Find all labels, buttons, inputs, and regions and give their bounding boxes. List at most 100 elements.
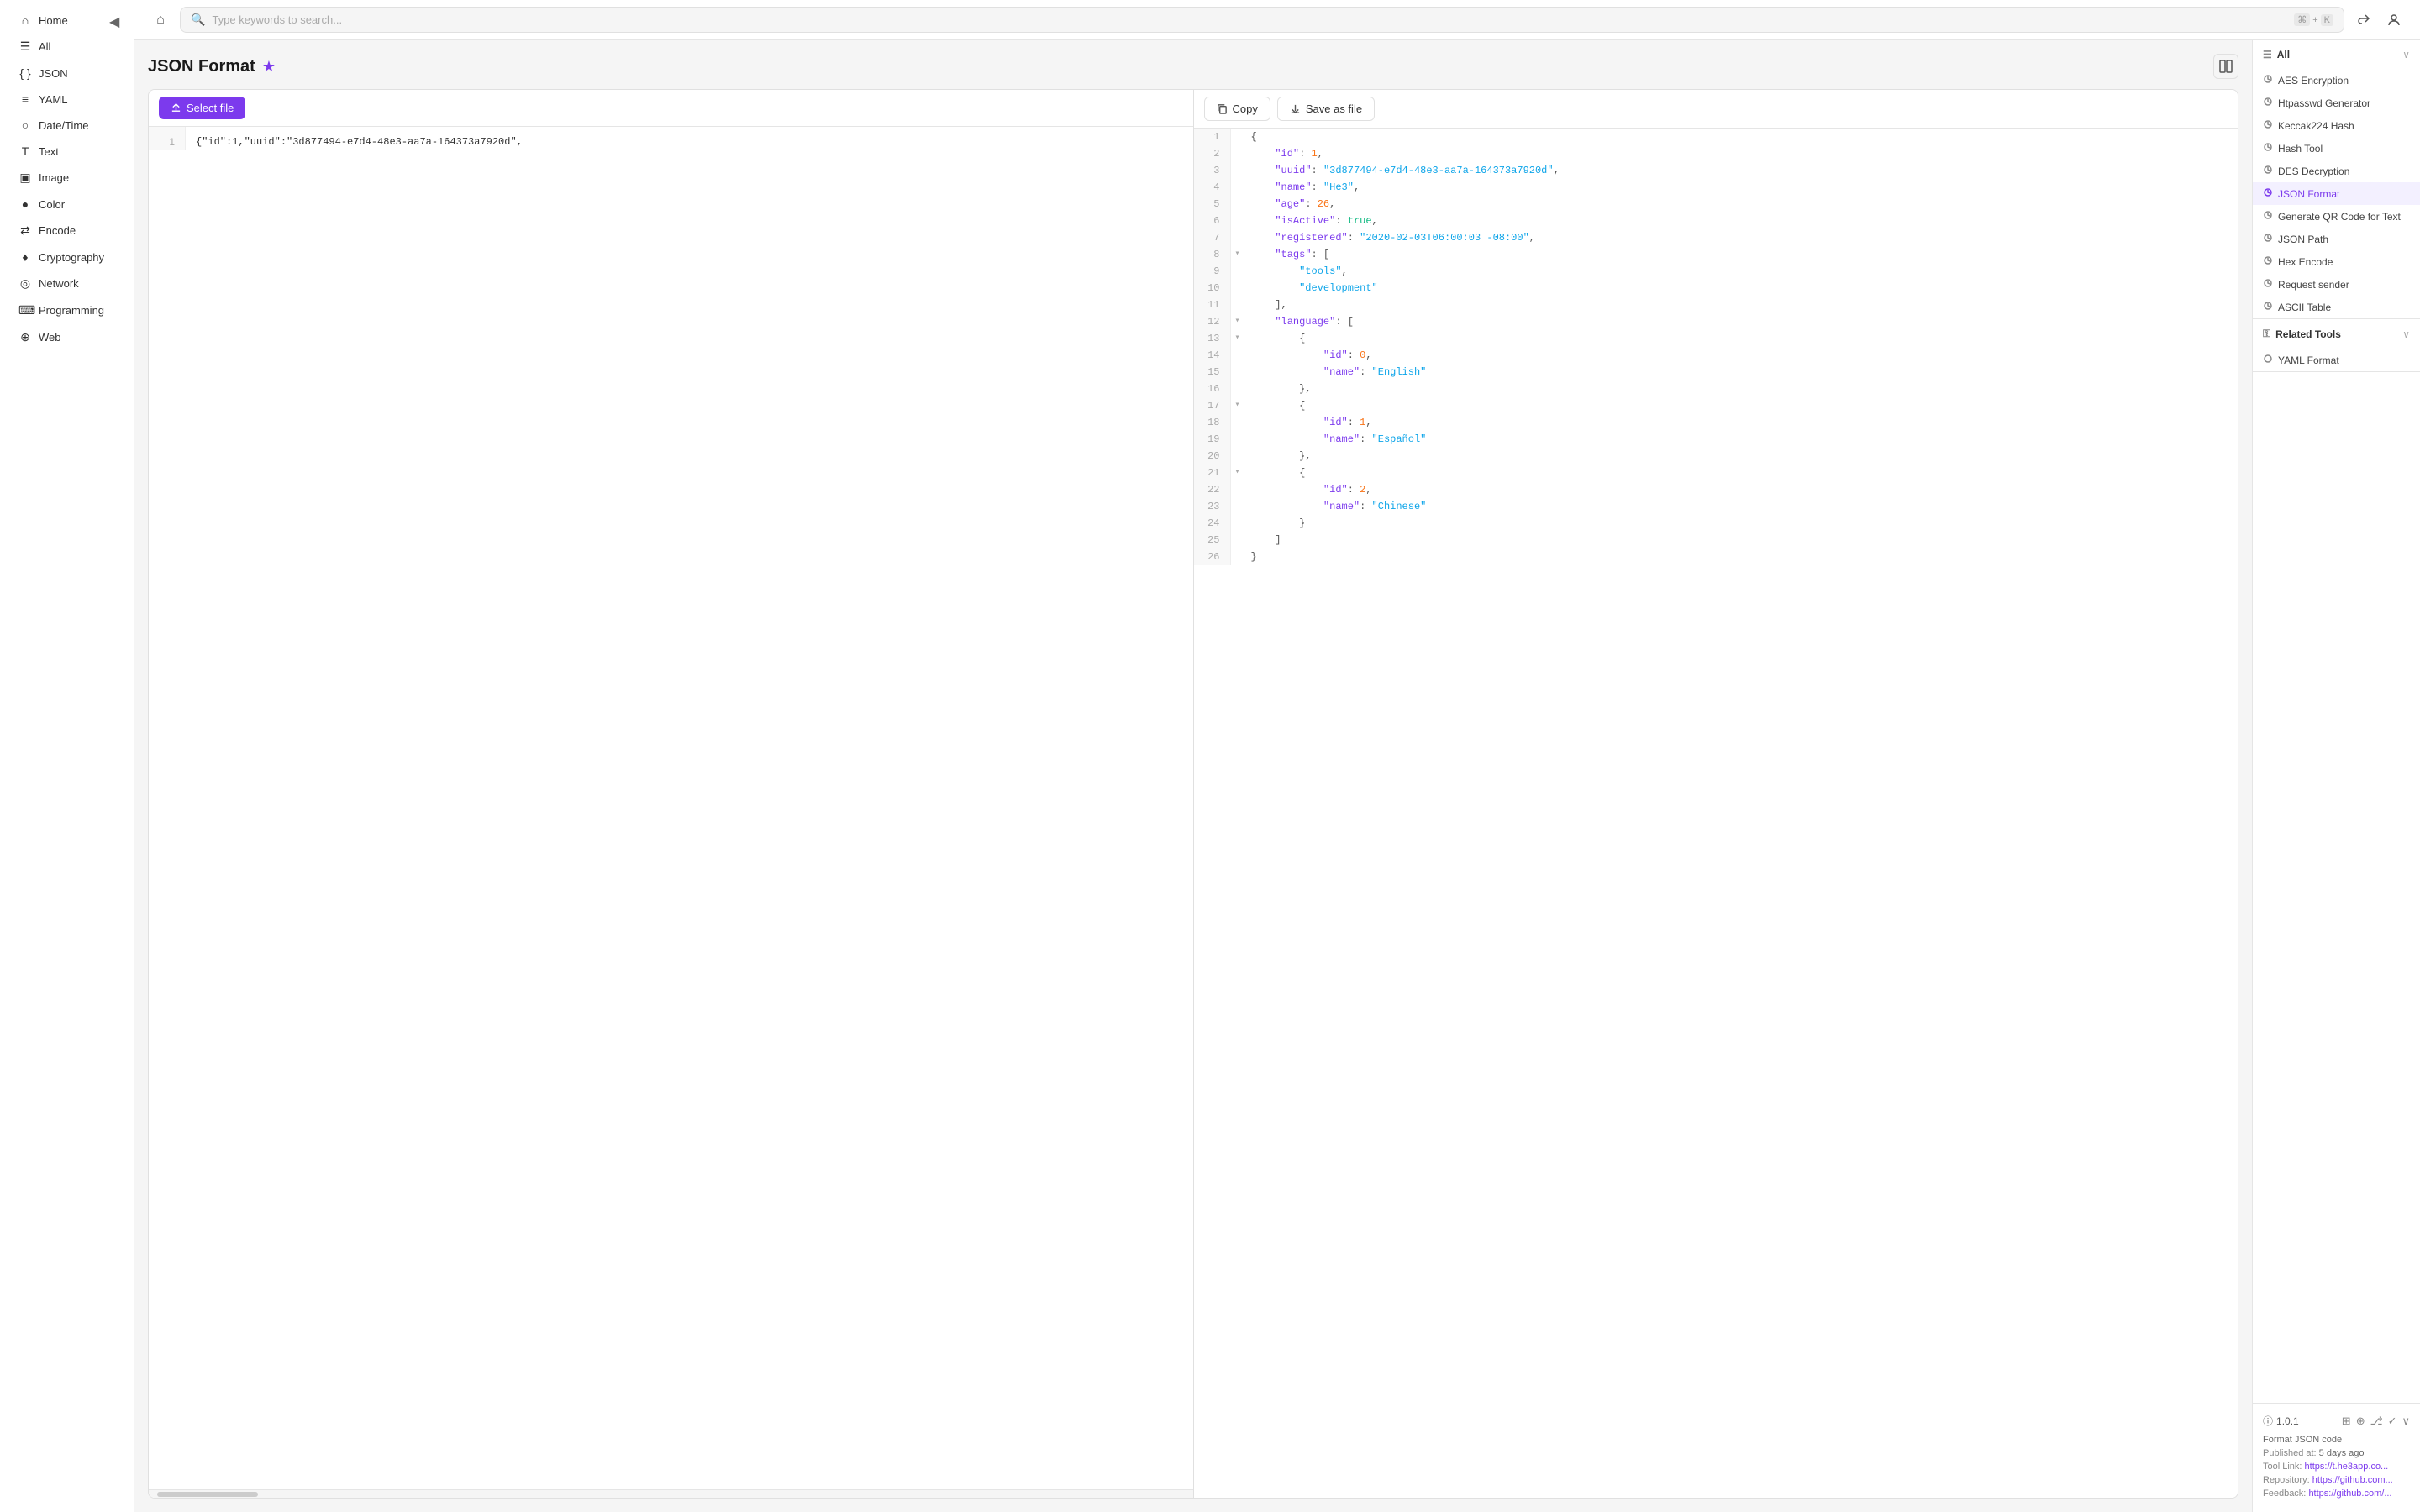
sidebar-encode-icon: ⇄	[18, 223, 32, 238]
related-section-header[interactable]: ⚿ Related Tools ∨	[2253, 319, 2420, 349]
line-content: "name": "He3",	[1244, 179, 2238, 196]
right-item-ascii-table[interactable]: ASCII Table	[2253, 296, 2420, 318]
tool-link-label: Tool Link:	[2263, 1462, 2302, 1472]
right-item-htpasswd-generator[interactable]: Htpasswd Generator	[2253, 92, 2420, 114]
globe-icon[interactable]: ⊕	[2356, 1415, 2365, 1428]
copy-button[interactable]: Copy	[1204, 97, 1270, 121]
right-item-aes-encryption[interactable]: AES Encryption	[2253, 69, 2420, 92]
right-related-item-yaml-format[interactable]: YAML Format	[2253, 349, 2420, 371]
search-input[interactable]	[212, 13, 2287, 26]
star-button[interactable]: ★	[262, 58, 276, 76]
select-file-button[interactable]: Select file	[159, 97, 245, 119]
right-item-json-format-label: JSON Format	[2278, 188, 2339, 200]
copy-label: Copy	[1233, 102, 1258, 115]
output-line: 6 "isActive": true,	[1194, 213, 2238, 229]
main-container: ⌂ 🔍 ⌘ + K	[134, 0, 2420, 1512]
search-kbd-hint: ⌘ + K	[2294, 13, 2333, 26]
format-json-description: Format JSON code	[2263, 1435, 2410, 1445]
sidebar-item-network[interactable]: ◎ Network	[5, 270, 129, 297]
plugin-icon[interactable]: ⊞	[2342, 1415, 2351, 1428]
output-line: 18 "id": 1,	[1194, 414, 2238, 431]
sidebar: ◀ ⌂ Home ☰ All { } JSON ≡ YAML ○ Date/Ti…	[0, 0, 134, 1512]
sidebar-item-cryptography[interactable]: ♦ Cryptography	[5, 244, 129, 270]
share-button[interactable]	[2351, 8, 2376, 33]
sidebar-item-datetime[interactable]: ○ Date/Time	[5, 113, 129, 138]
related-section-label: ⚿ Related Tools	[2263, 328, 2341, 340]
check-icon[interactable]: ✓	[2388, 1415, 2397, 1428]
sidebar-item-json[interactable]: { } JSON	[5, 60, 129, 86]
line-content: "id": 2,	[1244, 481, 2238, 498]
user-button[interactable]	[2381, 8, 2407, 33]
right-item-hash-tool-icon	[2263, 142, 2273, 155]
line-fold[interactable]: ▾	[1231, 330, 1244, 347]
all-section-header[interactable]: ☰ All ∨	[2253, 40, 2420, 69]
tool-title-row: JSON Format ★	[148, 57, 276, 76]
input-code-content[interactable]: {"id":1,"uuid":"3d877494-e7d4-48e3-aa7a-…	[186, 127, 1193, 157]
all-section: ☰ All ∨ AES Encryption	[2253, 40, 2420, 319]
right-item-json-format[interactable]: JSON Format	[2253, 182, 2420, 205]
right-item-json-path[interactable]: JSON Path	[2253, 228, 2420, 250]
line-number: 16	[1194, 381, 1231, 397]
github-icon[interactable]: ⎇	[2370, 1415, 2383, 1428]
output-line: 9 "tools",	[1194, 263, 2238, 280]
right-item-json-path-icon	[2263, 233, 2273, 245]
sidebar-item-web[interactable]: ⊕ Web	[5, 324, 129, 350]
output-line: 8▾ "tags": [	[1194, 246, 2238, 263]
home-button[interactable]: ⌂	[148, 8, 173, 33]
input-panel: Select file 1 {"id":1,"uuid":"3d877494-e…	[149, 90, 1194, 1498]
right-item-json-format-icon	[2263, 187, 2273, 200]
line-fold[interactable]: ▾	[1231, 397, 1244, 414]
line-number: 7	[1194, 229, 1231, 246]
version-row: ⓘ 1.0.1 ⊞ ⊕ ⎇ ✓ ∨	[2263, 1414, 2410, 1428]
tool-link-url[interactable]: https://t.he3app.co...	[2305, 1462, 2389, 1472]
line-number: 5	[1194, 196, 1231, 213]
select-file-label: Select file	[187, 102, 234, 114]
sidebar-item-encode[interactable]: ⇄ Encode	[5, 218, 129, 244]
sidebar-item-yaml[interactable]: ≡ YAML	[5, 87, 129, 112]
footer-chevron[interactable]: ∨	[2402, 1415, 2410, 1428]
sidebar-json-icon: { }	[18, 66, 32, 80]
sidebar-yaml-icon: ≡	[18, 92, 32, 106]
format-json-label: Format JSON code	[2263, 1435, 2342, 1445]
right-item-keccak224-hash-label: Keccak224 Hash	[2278, 120, 2354, 132]
right-related-item-yaml-format-label: YAML Format	[2278, 354, 2339, 366]
sidebar-all-icon: ☰	[18, 39, 32, 54]
line-number: 10	[1194, 280, 1231, 297]
right-item-des-decryption[interactable]: DES Decryption	[2253, 160, 2420, 182]
line-fold[interactable]: ▾	[1231, 313, 1244, 330]
line-number: 8	[1194, 246, 1231, 263]
output-line: 16 },	[1194, 381, 2238, 397]
right-item-json-path-label: JSON Path	[2278, 234, 2328, 245]
feedback-url[interactable]: https://github.com/...	[2308, 1488, 2391, 1499]
line-content: "name": "Chinese"	[1244, 498, 2238, 515]
output-line: 21▾ {	[1194, 465, 2238, 481]
sidebar-collapse-btn[interactable]: ◀	[109, 13, 119, 30]
sidebar-item-image[interactable]: ▣ Image	[5, 165, 129, 191]
sidebar-home-icon: ⌂	[18, 13, 32, 27]
line-number: 13	[1194, 330, 1231, 347]
sidebar-item-text[interactable]: T Text	[5, 139, 129, 164]
repo-label: Repository:	[2263, 1475, 2310, 1485]
output-line: 10 "development"	[1194, 280, 2238, 297]
scroll-thumb[interactable]	[157, 1492, 258, 1497]
right-item-ascii-table-label: ASCII Table	[2278, 302, 2331, 313]
line-number: 9	[1194, 263, 1231, 280]
right-item-generate-qr-code[interactable]: Generate QR Code for Text	[2253, 205, 2420, 228]
right-item-keccak224-hash[interactable]: Keccak224 Hash	[2253, 114, 2420, 137]
right-item-hash-tool[interactable]: Hash Tool	[2253, 137, 2420, 160]
sidebar-item-programming[interactable]: ⌨ Programming	[5, 297, 129, 323]
input-code-area[interactable]: 1 {"id":1,"uuid":"3d877494-e7d4-48e3-aa7…	[149, 127, 1193, 1489]
right-item-request-sender[interactable]: Request sender	[2253, 273, 2420, 296]
line-fold[interactable]: ▾	[1231, 246, 1244, 263]
line-fold[interactable]: ▾	[1231, 465, 1244, 481]
sidebar-item-color[interactable]: ● Color	[5, 192, 129, 217]
sidebar-item-all[interactable]: ☰ All	[5, 34, 129, 60]
line-number: 23	[1194, 498, 1231, 515]
layout-toggle-button[interactable]	[2213, 54, 2238, 79]
output-toolbar: Copy Save as file	[1194, 90, 2238, 129]
repo-url[interactable]: https://github.com...	[2312, 1475, 2393, 1485]
sidebar-image-icon: ▣	[18, 171, 32, 185]
right-item-hex-encode[interactable]: Hex Encode	[2253, 250, 2420, 273]
save-as-file-button[interactable]: Save as file	[1277, 97, 1375, 121]
right-item-des-decryption-label: DES Decryption	[2278, 165, 2349, 177]
